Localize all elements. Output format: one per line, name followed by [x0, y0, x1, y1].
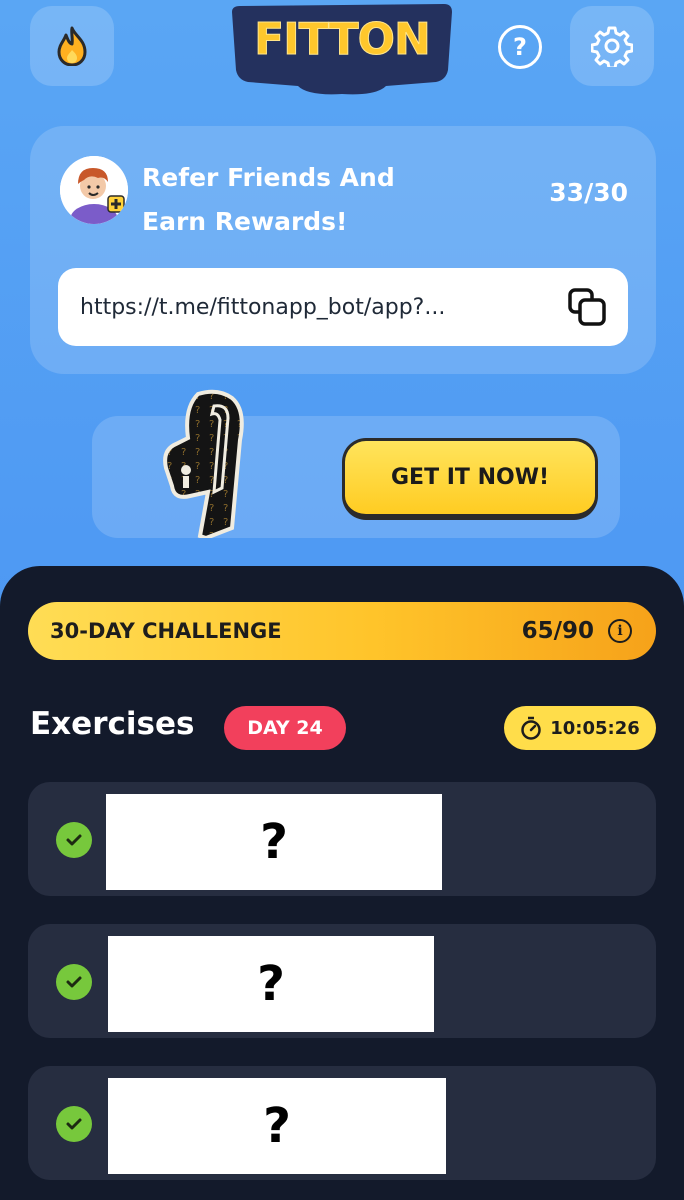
- timer-text: 10:05:26: [550, 717, 640, 739]
- info-icon[interactable]: i: [608, 619, 632, 643]
- streak-button[interactable]: [30, 6, 114, 86]
- referral-count: 33/30: [549, 178, 628, 207]
- get-it-now-button[interactable]: GET IT NOW!: [342, 438, 598, 520]
- copy-icon: [568, 288, 606, 326]
- mystery-item-image: ?: [163, 389, 244, 538]
- logo-text: FITTON: [254, 14, 430, 65]
- completed-check-icon: [56, 822, 92, 858]
- referral-link-field[interactable]: https://t.me/fittonapp_bot/app?...: [58, 268, 628, 346]
- app-header: FITTON ?: [0, 0, 684, 110]
- referral-avatar: [60, 156, 128, 224]
- challenge-label: 30-DAY CHALLENGE: [50, 619, 282, 643]
- exercises-heading: Exercises: [30, 706, 195, 742]
- hidden-exercise-card: ?: [108, 1078, 446, 1174]
- copy-link-button[interactable]: [566, 286, 608, 328]
- exercise-row[interactable]: ?: [28, 1066, 656, 1180]
- help-button[interactable]: ?: [498, 25, 542, 69]
- completed-check-icon: [56, 964, 92, 1000]
- exercise-row[interactable]: ?: [28, 782, 656, 896]
- fitton-logo: FITTON: [226, 0, 458, 96]
- flame-icon: [57, 26, 87, 66]
- referral-link-text: https://t.me/fittonapp_bot/app?...: [80, 294, 446, 320]
- timer-badge: 10:05:26: [504, 706, 656, 750]
- day-badge: DAY 24: [224, 706, 346, 750]
- refer-card: Refer Friends And Earn Rewards! 33/30 ht…: [30, 126, 656, 374]
- settings-button[interactable]: [570, 6, 654, 86]
- gear-icon: [591, 26, 633, 67]
- challenge-count: 65/90: [521, 618, 594, 644]
- hidden-exercise-card: ?: [108, 936, 434, 1032]
- challenge-progress-bar[interactable]: 30-DAY CHALLENGE 65/90 i: [28, 602, 656, 660]
- completed-check-icon: [56, 1106, 92, 1142]
- exercise-row[interactable]: ?: [28, 924, 656, 1038]
- question-mark-icon: ?: [513, 33, 527, 61]
- refer-title: Refer Friends And Earn Rewards!: [142, 163, 395, 236]
- challenge-panel: 30-DAY CHALLENGE 65/90 i Exercises DAY 2…: [0, 566, 684, 1200]
- stopwatch-icon: [521, 716, 541, 740]
- hidden-exercise-card: ?: [106, 794, 442, 890]
